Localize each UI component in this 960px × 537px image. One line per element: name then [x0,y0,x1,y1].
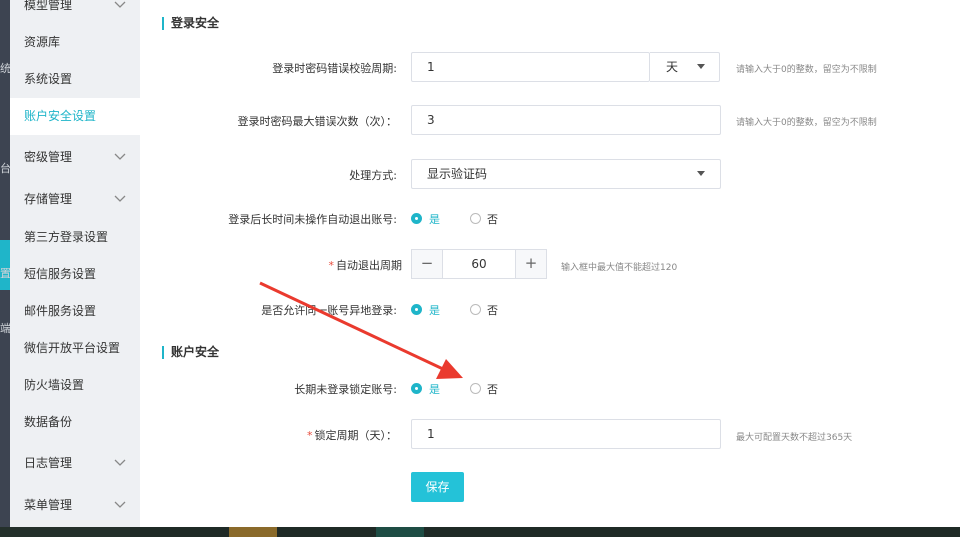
lock-period-label: * 锁定周期（天）： [142,427,397,443]
sidebar-item-model-management[interactable]: 模型管理 [10,0,140,24]
auto-logout-yes-label[interactable]: 是 [429,211,440,227]
taskbar-app-button[interactable] [229,527,277,537]
sidebar-item-mail-service[interactable]: 邮件服务设置 [10,293,140,330]
handling-select-value: 显示验证码 [427,167,488,181]
sidebar-item-account-security[interactable]: 账户安全设置 [10,98,140,135]
handling-select[interactable]: 显示验证码 [411,159,721,189]
sidebar-item-system-settings[interactable]: 系统设置 [10,61,140,98]
lock-period-input[interactable]: 1 [411,419,721,449]
sidebar-item-menu-management[interactable]: 菜单管理 [10,487,140,524]
allow-remote-no-radio[interactable] [470,304,481,315]
sidebar-item-label: 微信开放平台设置 [24,341,121,355]
allow-remote-yes-radio[interactable] [411,304,422,315]
stepper-decrement-button[interactable]: − [411,249,443,279]
error-period-unit-select[interactable]: 天 [650,52,720,82]
max-errors-hint: 请输入大于0的整数，留空为不限制 [736,118,877,128]
lock-period-hint: 最大可配置天数不超过365天 [736,433,853,443]
sidebar-item-label: 防火墙设置 [24,378,85,392]
chevron-down-icon [114,139,126,176]
sidebar-item-label: 日志管理 [24,456,73,470]
error-period-hint: 请输入大于0的整数，留空为不限制 [736,65,877,75]
error-period-input[interactable]: 1 [411,52,650,82]
sidebar-item-label: 数据备份 [24,415,73,429]
annotation-arrow-head [436,359,463,379]
sidebar-item-sms-service[interactable]: 短信服务设置 [10,256,140,293]
chevron-down-icon [114,181,126,218]
sidebar-item-label: 资源库 [24,35,61,49]
max-errors-label: 登录时密码最大错误次数（次）： [237,115,398,128]
allow-remote-label: 是否允许同一账号异地登录: [261,304,397,317]
sidebar-item-label: 密级管理 [24,150,73,164]
sidebar-item-label: 系统设置 [24,72,73,86]
sidebar-item-label: 存储管理 [24,192,73,206]
sidebar-item-firewall[interactable]: 防火墙设置 [10,367,140,404]
error-period-label: 登录时密码错误校验周期: [272,62,397,75]
allow-remote-yes-label[interactable]: 是 [429,302,440,318]
lock-inactive-yes-radio[interactable] [411,383,422,394]
sidebar-item-label: 模型管理 [24,0,73,12]
sidebar: 模型管理 资源库 系统设置 账户安全设置 密级管理 存储管理 第三方登录设置 短… [10,0,140,527]
handling-label: 处理方式: [349,169,397,182]
chevron-down-icon [114,487,126,524]
section-title-login-security: 登录安全 [162,17,219,30]
max-errors-input[interactable]: 3 [411,105,721,135]
save-button[interactable]: 保存 [411,472,464,502]
stepper-increment-button[interactable]: + [515,249,547,279]
sidebar-item-storage[interactable]: 存储管理 [10,181,140,218]
sidebar-item-label: 第三方登录设置 [24,230,109,244]
lock-inactive-no-label[interactable]: 否 [487,381,498,397]
logout-period-label-text: 自动退出周期 [336,259,402,272]
logout-period-hint: 输入框中最大值不能超过120 [561,263,678,273]
sidebar-item-label: 邮件服务设置 [24,304,97,318]
taskbar [0,527,960,537]
error-period-unit-value: 天 [666,60,679,74]
auto-logout-yes-radio[interactable] [411,213,422,224]
required-mark: * [328,259,335,272]
annotation-arrow-shaft [259,281,444,371]
app-nav-strip: 统 台 置 端 [0,0,11,527]
section-title-account-security: 账户安全 [162,346,219,359]
taskbar-segment [0,527,130,537]
lock-period-label-text: 锁定周期（天）： [314,429,398,442]
sidebar-item-classification[interactable]: 密级管理 [10,139,140,176]
lock-inactive-yes-label[interactable]: 是 [429,381,440,397]
sidebar-item-data-backup[interactable]: 数据备份 [10,404,140,441]
lock-inactive-no-radio[interactable] [470,383,481,394]
auto-logout-no-label[interactable]: 否 [487,211,498,227]
caret-down-icon [697,64,705,69]
caret-down-icon [697,171,705,176]
chevron-down-icon [114,0,126,24]
logout-period-input[interactable]: 60 [442,249,516,279]
sidebar-item-wechat-platform[interactable]: 微信开放平台设置 [10,330,140,367]
chevron-down-icon [114,445,126,482]
taskbar-app-button[interactable] [376,527,424,537]
sidebar-item-third-party-login[interactable]: 第三方登录设置 [10,219,140,256]
auto-logout-no-radio[interactable] [470,213,481,224]
logout-period-label: * 自动退出周期 [147,257,403,273]
auto-logout-label: 登录后长时间未操作自动退出账号: [228,213,397,226]
lock-inactive-label: 长期未登录锁定账号: [294,383,397,396]
sidebar-item-resource-library[interactable]: 资源库 [10,24,140,61]
sidebar-item-log-management[interactable]: 日志管理 [10,445,140,482]
required-mark: * [307,429,313,442]
allow-remote-no-label[interactable]: 否 [487,302,498,318]
sidebar-item-label: 短信服务设置 [24,267,97,281]
sidebar-item-label: 账户安全设置 [24,109,97,123]
sidebar-item-label: 菜单管理 [24,498,73,512]
